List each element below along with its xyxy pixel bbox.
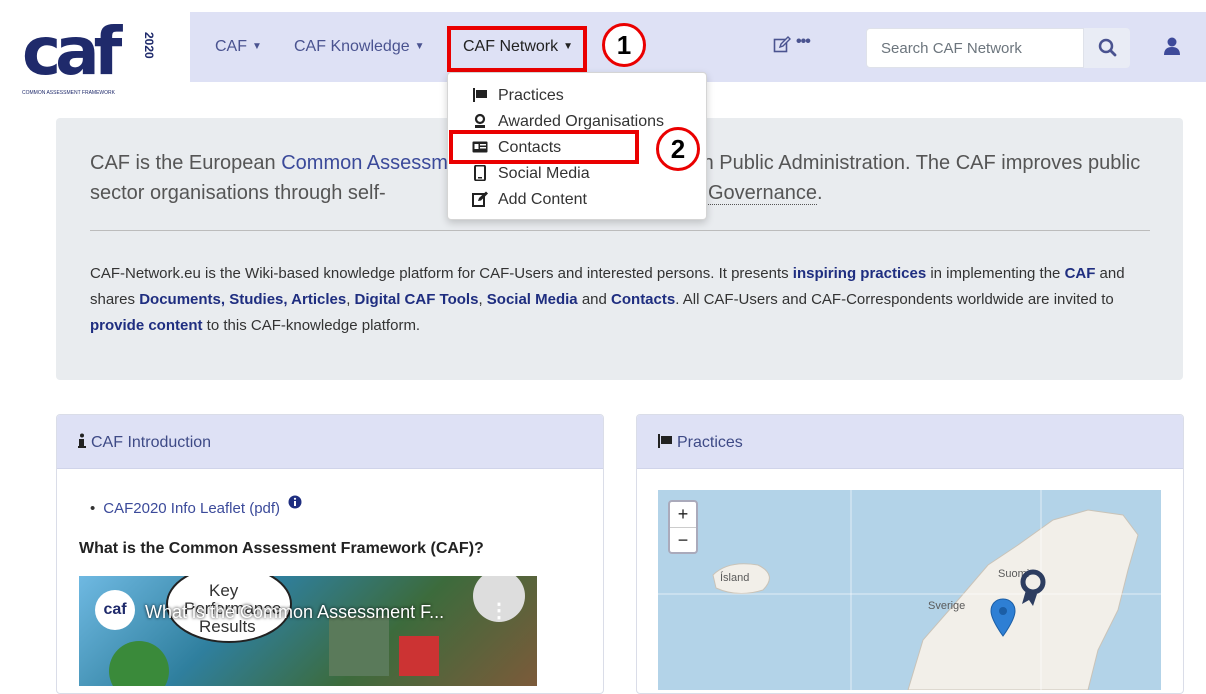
intro-text: and: [577, 291, 612, 308]
award-marker-icon[interactable]: [1018, 568, 1048, 608]
bullet-icon: •: [90, 500, 96, 517]
contacts-link[interactable]: Contacts: [611, 291, 675, 308]
intro-text: in implementing the: [926, 265, 1065, 282]
highlight-contacts: [449, 130, 639, 164]
search-box: [866, 28, 1130, 68]
caf-logo[interactable]: caf 2020 COMMON ASSESSMENT FRAMEWORK: [20, 12, 160, 110]
dropdown-item-practices[interactable]: Practices: [472, 87, 564, 105]
logo-caf-text: caf: [22, 13, 124, 90]
edit-icon: [472, 191, 498, 209]
search-button[interactable]: [1083, 28, 1130, 68]
step-badge-2: 2: [656, 127, 700, 171]
dropdown-label: Awarded Organisations: [498, 113, 665, 130]
dropdown-label: Practices: [498, 87, 564, 104]
card-title: Practices: [677, 434, 743, 451]
card-header: Practices: [637, 415, 1183, 469]
intro-text: . All CAF-Users and CAF-Correspondents w…: [675, 291, 1114, 308]
info-icon: [78, 433, 86, 448]
video-artwork: Key Performance Results: [109, 576, 525, 686]
mobile-icon: [472, 164, 498, 183]
caret-down-icon: ▼: [252, 41, 262, 52]
dropdown-item-social-media[interactable]: Social Media: [472, 164, 590, 183]
dropdown-item-awarded[interactable]: Awarded Organisations: [472, 113, 664, 131]
documents-link[interactable]: Documents, Studies, Articles: [139, 291, 346, 308]
intro-text: to this CAF-knowledge platform.: [202, 317, 421, 334]
leaflet-link[interactable]: CAF2020 Info Leaflet (pdf): [103, 500, 280, 517]
video-text-key: Key: [209, 581, 239, 600]
dropdown-label: Social Media: [498, 165, 590, 182]
info-circle-icon[interactable]: [288, 495, 302, 509]
caret-down-icon: ▼: [414, 41, 425, 52]
practices-map[interactable]: + − Ísland Sverige Suomi: [658, 490, 1161, 690]
intro-text: CAF-Network.eu is the Wiki-based knowled…: [90, 265, 793, 282]
video-title[interactable]: What is the Common Assessment F...: [145, 602, 444, 623]
intro-text: ,: [346, 291, 355, 308]
what-is-caf-heading: What is the Common Assessment Framework …: [79, 540, 484, 557]
leaflet-list-item: • CAF2020 Info Leaflet (pdf): [90, 495, 302, 517]
flag-icon: [658, 434, 672, 448]
highlight-nav-caf-network: [447, 26, 587, 72]
nav-caf-label: CAF: [215, 38, 247, 55]
map-pin-icon[interactable]: [990, 598, 1016, 638]
caf-link[interactable]: CAF: [1065, 265, 1096, 282]
search-input[interactable]: [867, 29, 1083, 67]
flag-icon: [472, 87, 498, 105]
search-icon: [1098, 38, 1117, 57]
step-badge-1: 1: [602, 23, 646, 67]
channel-avatar[interactable]: caf: [95, 590, 135, 630]
card-header: CAF Introduction: [57, 415, 603, 469]
zoom-out-button[interactable]: −: [670, 527, 696, 552]
user-icon[interactable]: [1162, 36, 1182, 61]
dropdown-item-add-content[interactable]: Add Content: [472, 191, 587, 209]
intro-paragraph: CAF-Network.eu is the Wiki-based knowled…: [90, 261, 1160, 339]
nav-caf[interactable]: CAF ▼: [215, 38, 262, 56]
social-media-link[interactable]: Social Media: [487, 291, 578, 308]
award-icon: [472, 113, 498, 131]
dropdown-label: Add Content: [498, 191, 587, 208]
intro-text: ,: [478, 291, 487, 308]
more-options-icon[interactable]: •••: [796, 33, 811, 51]
zoom-in-button[interactable]: +: [670, 502, 696, 527]
logo-year: 2020: [142, 32, 156, 59]
lead-part: .: [816, 182, 823, 204]
inspiring-practices-link[interactable]: inspiring practices: [793, 265, 926, 282]
map-label-sverige: Sverige: [928, 600, 966, 612]
card-title: CAF Introduction: [91, 434, 212, 451]
provide-content-link[interactable]: provide content: [90, 317, 203, 334]
lead-part: CAF is the European: [90, 152, 282, 174]
nav-caf-knowledge-label: CAF Knowledge: [294, 38, 410, 55]
logo-tagline: COMMON ASSESSMENT FRAMEWORK: [22, 90, 116, 96]
common-assessment-link[interactable]: Common Assessm: [281, 152, 448, 174]
map-label-island: Ísland: [720, 572, 750, 584]
map-land: [658, 490, 1161, 690]
digital-caf-tools-link[interactable]: Digital CAF Tools: [355, 291, 479, 308]
nav-caf-knowledge[interactable]: CAF Knowledge ▼: [294, 38, 425, 56]
edit-icon[interactable]: [773, 36, 791, 59]
divider: [90, 230, 1150, 231]
kebab-menu-icon[interactable]: ⋮: [489, 598, 509, 623]
video-thumbnail[interactable]: Key Performance Results caf What is the …: [79, 576, 537, 686]
zoom-control: + −: [668, 500, 698, 554]
